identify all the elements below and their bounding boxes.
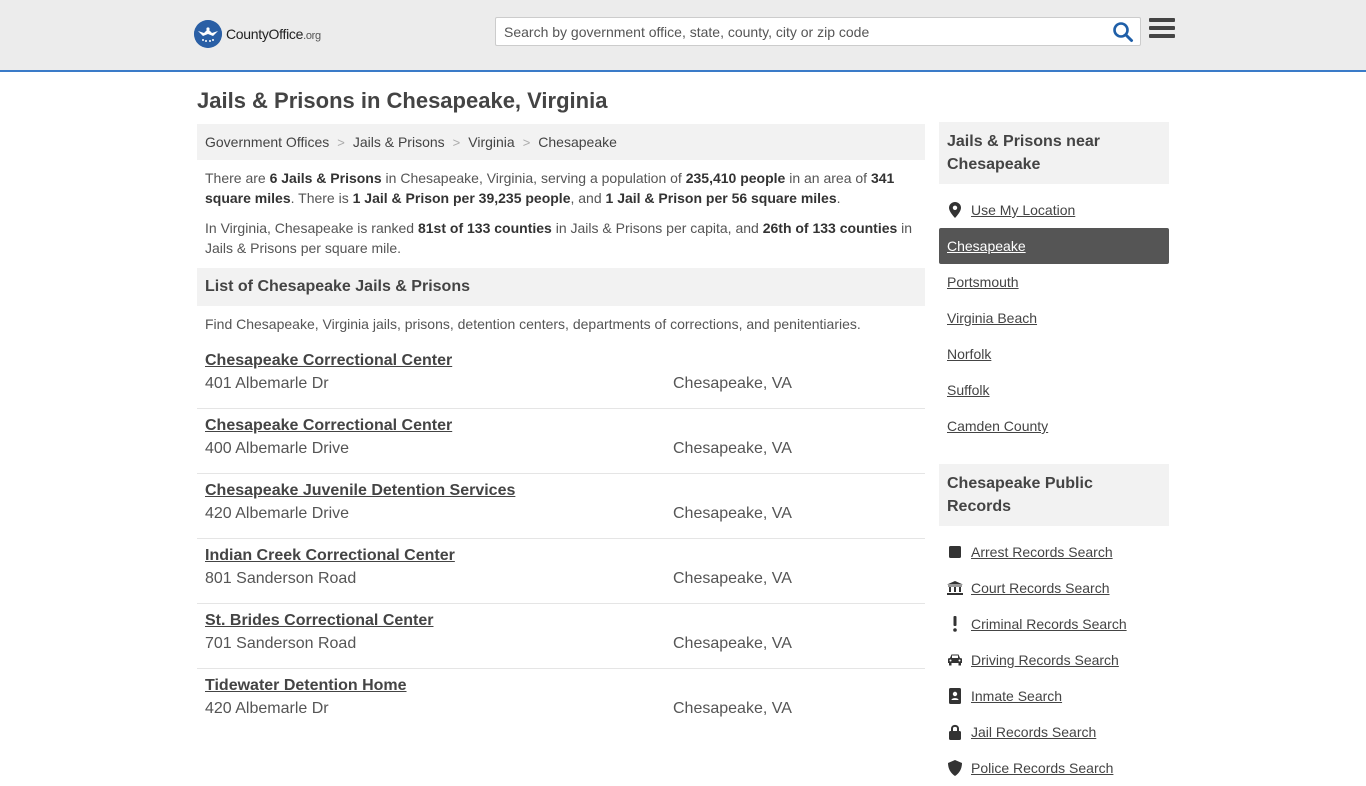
records-link[interactable]: Arrest Records Search [971,544,1113,560]
facility-address: 401 Albemarle Dr [205,375,329,392]
nearby-item-norfolk[interactable]: Norfolk [939,336,1169,372]
records-link[interactable]: Jail Records Search [971,724,1096,740]
list-item: Chesapeake Correctional Center 400 Albem… [197,409,925,474]
shield-icon [947,760,963,776]
facility-city: Chesapeake, VA [673,375,792,392]
facility-link[interactable]: Chesapeake Juvenile Detention Services [205,482,515,500]
list-item: Chesapeake Correctional Center 401 Albem… [197,344,925,409]
public-records-list: Arrest Records Search Court Records Sear… [939,526,1169,786]
facility-list: Chesapeake Correctional Center 401 Albem… [197,344,925,734]
list-heading: List of Chesapeake Jails & Prisons [197,268,925,306]
search-icon [1113,22,1133,42]
list-description: Find Chesapeake, Virginia jails, prisons… [205,316,861,332]
intro-paragraph-ranking: In Virginia, Chesapeake is ranked 81st o… [205,220,913,256]
facility-address: 420 Albemarle Drive [205,505,350,522]
intro-text: There are 6 Jails & Prisons in Chesapeak… [197,160,925,258]
records-item-criminal[interactable]: Criminal Records Search [939,606,1169,642]
facility-address: 400 Albemarle Drive [205,440,350,457]
menu-bar-icon [1149,26,1175,30]
top-navigation-bar: CountyOffice.org [0,0,1366,72]
breadcrumb: Government Offices > Jails & Prisons > V… [197,124,925,160]
records-link[interactable]: Driving Records Search [971,652,1119,668]
car-icon [947,652,963,668]
hamburger-menu-button[interactable] [1149,18,1175,42]
lock-icon [947,724,963,740]
records-link[interactable]: Court Records Search [971,580,1110,596]
search-input[interactable] [496,18,1096,45]
search-box [495,17,1141,46]
use-my-location-link[interactable]: Use My Location [971,202,1075,218]
breadcrumb-government-offices[interactable]: Government Offices [205,134,329,150]
facility-address: 701 Sanderson Road [205,635,357,652]
facility-city: Chesapeake, VA [673,635,792,652]
breadcrumb-separator: > [452,134,461,150]
breadcrumb-virginia[interactable]: Virginia [468,134,514,150]
page-title: Jails & Prisons in Chesapeake, Virginia [197,88,608,113]
id-badge-icon [947,688,963,704]
public-records-heading: Chesapeake Public Records [939,464,1169,526]
nearby-link[interactable]: Norfolk [947,346,991,362]
facility-link[interactable]: Tidewater Detention Home [205,677,407,695]
exclamation-icon [947,616,963,632]
records-item-police[interactable]: Police Records Search [939,750,1169,786]
nearby-item-portsmouth[interactable]: Portsmouth [939,264,1169,300]
logo-text: CountyOffice.org [226,26,321,42]
facility-link[interactable]: Chesapeake Correctional Center [205,352,452,370]
nearby-item-use-my-location[interactable]: Use My Location [939,192,1169,228]
list-item: Tidewater Detention Home 420 Albemarle D… [197,669,925,734]
breadcrumb-separator: > [337,134,345,150]
nearby-link[interactable]: Suffolk [947,382,990,398]
menu-bar-icon [1149,34,1175,38]
map-marker-icon [947,202,963,218]
nearby-list: Use My Location Chesapeake Portsmouth Vi… [939,184,1169,444]
nearby-link[interactable]: Camden County [947,418,1048,434]
list-item: Chesapeake Juvenile Detention Services 4… [197,474,925,539]
nearby-item-chesapeake[interactable]: Chesapeake [939,228,1169,264]
intro-paragraph-stats: There are 6 Jails & Prisons in Chesapeak… [205,170,895,206]
facility-link[interactable]: Indian Creek Correctional Center [205,547,455,565]
logo-eagle-icon [194,20,222,48]
records-link[interactable]: Criminal Records Search [971,616,1127,632]
nearby-link[interactable]: Virginia Beach [947,310,1037,326]
breadcrumb-jails-prisons[interactable]: Jails & Prisons [353,134,445,150]
site-logo[interactable]: CountyOffice.org [194,20,321,48]
facility-city: Chesapeake, VA [673,505,792,522]
nearby-item-suffolk[interactable]: Suffolk [939,372,1169,408]
sidebar: Jails & Prisons near Chesapeake Use My L… [939,122,1169,786]
facility-address: 801 Sanderson Road [205,570,357,587]
facility-city: Chesapeake, VA [673,440,792,457]
facility-address: 420 Albemarle Dr [205,700,329,717]
nearby-item-camden-county[interactable]: Camden County [939,408,1169,444]
list-item: St. Brides Correctional Center 701 Sande… [197,604,925,669]
facility-link[interactable]: St. Brides Correctional Center [205,612,434,630]
square-icon [947,544,963,560]
facility-link[interactable]: Chesapeake Correctional Center [205,417,452,435]
nearby-link[interactable]: Portsmouth [947,274,1019,290]
facility-city: Chesapeake, VA [673,570,792,587]
records-item-driving[interactable]: Driving Records Search [939,642,1169,678]
records-item-court[interactable]: Court Records Search [939,570,1169,606]
records-link[interactable]: Police Records Search [971,760,1113,776]
nearby-item-virginia-beach[interactable]: Virginia Beach [939,300,1169,336]
nearby-heading: Jails & Prisons near Chesapeake [939,122,1169,184]
records-item-jail[interactable]: Jail Records Search [939,714,1169,750]
main-content: Government Offices > Jails & Prisons > V… [197,124,925,734]
nearby-link[interactable]: Chesapeake [947,238,1026,254]
records-item-inmate[interactable]: Inmate Search [939,678,1169,714]
menu-bar-icon [1149,18,1175,22]
breadcrumb-separator: > [522,134,531,150]
breadcrumb-chesapeake[interactable]: Chesapeake [538,134,617,150]
search-button[interactable] [1112,21,1134,43]
facility-city: Chesapeake, VA [673,700,792,717]
records-link[interactable]: Inmate Search [971,688,1062,704]
courthouse-icon [947,580,963,596]
records-item-arrest[interactable]: Arrest Records Search [939,534,1169,570]
list-item: Indian Creek Correctional Center 801 San… [197,539,925,604]
